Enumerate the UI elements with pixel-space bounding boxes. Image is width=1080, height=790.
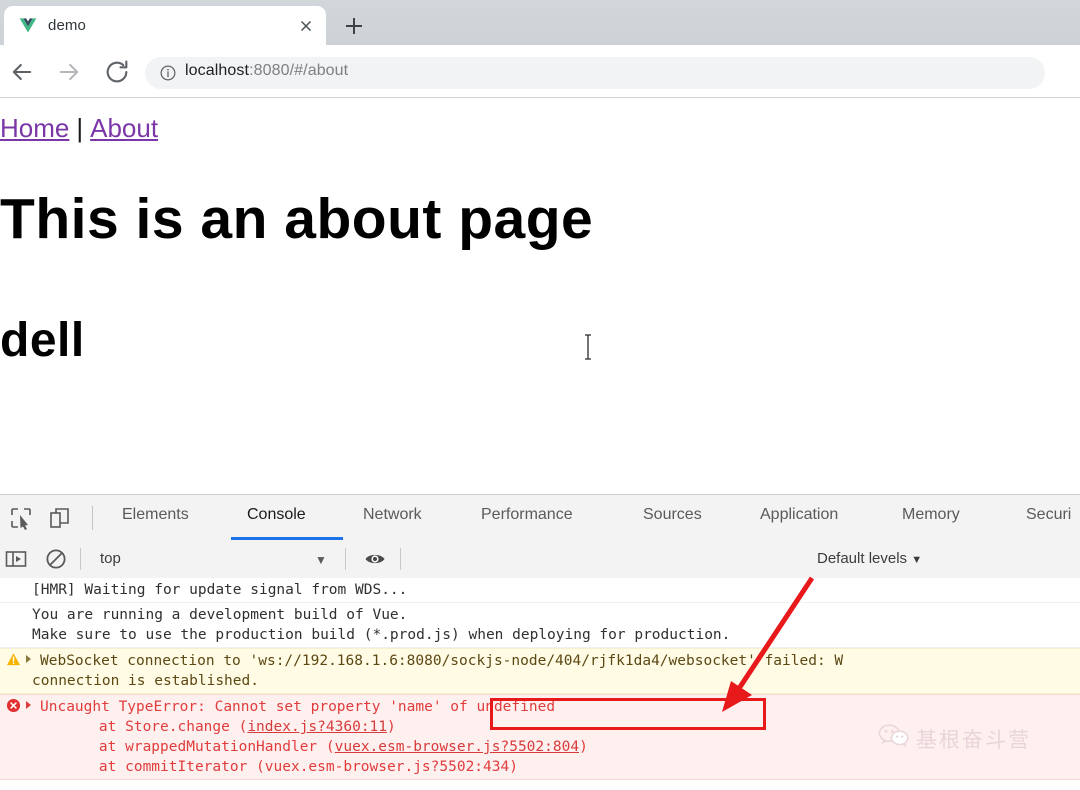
tab-security[interactable]: Securi [1026, 506, 1071, 524]
text-ibeam-cursor [583, 334, 591, 360]
expand-triangle-icon[interactable] [26, 655, 31, 663]
clear-console-icon[interactable] [44, 547, 68, 571]
forward-button[interactable] [55, 58, 83, 86]
console-filter-bar: top ▼ Default levels ▼ [0, 540, 1080, 612]
reload-icon[interactable] [103, 58, 131, 86]
log-levels-label: Default levels [817, 550, 908, 567]
toolbar-divider [92, 506, 93, 530]
stack-frame-2: at wrappedMutationHandler (vuex.esm-brow… [0, 737, 1080, 757]
console-message-hmr[interactable]: [HMR] Waiting for update signal from WDS… [0, 578, 1080, 603]
tab-elements[interactable]: Elements [122, 506, 189, 524]
console-sidebar-icon[interactable] [4, 547, 28, 571]
console-message-text-2: Make sure to use the production build (*… [32, 627, 731, 643]
url-text: localhost:8080/#/about [185, 62, 348, 80]
devtools-panel: Elements Console Network Performance Sou… [0, 494, 1080, 790]
stack-frame-2-tail: ) [579, 739, 588, 755]
nav-link-about[interactable]: About [90, 113, 158, 143]
browser-window: demo localhost:8080/#/about Home | About… [0, 0, 1080, 790]
live-expression-eye-icon[interactable] [363, 547, 387, 571]
chevron-down-icon: ▼ [911, 554, 923, 566]
filterbar-divider-3 [400, 548, 401, 570]
filterbar-divider-2 [345, 548, 346, 570]
devtools-tabbar: Elements Console Network Performance Sou… [0, 495, 1080, 541]
warn-line-1: WebSocket connection to 'ws://192.168.1.… [40, 653, 844, 669]
filterbar-divider-1 [80, 548, 81, 570]
expand-triangle-icon[interactable] [26, 701, 31, 709]
tab-strip: demo [0, 0, 1080, 45]
info-circle-icon[interactable] [159, 64, 177, 82]
nav-link-home[interactable]: Home [0, 113, 69, 143]
console-messages[interactable]: [HMR] Waiting for update signal from WDS… [0, 578, 1080, 790]
back-button[interactable] [8, 58, 36, 86]
console-message-websocket-warning[interactable]: WebSocket connection to 'ws://192.168.1.… [0, 648, 1080, 694]
warning-triangle-icon [6, 652, 21, 667]
stack-frame-2-link[interactable]: vuex.esm-browser.js?5502:804 [335, 739, 579, 755]
console-message-text: [HMR] Waiting for update signal from WDS… [32, 582, 408, 598]
page-subtitle: dell [0, 314, 85, 367]
url-host: localhost [185, 62, 250, 79]
url-path: :8080/#/about [249, 62, 349, 79]
console-error-text: Uncaught TypeError: Cannot set property … [40, 699, 556, 715]
nav-separator: | [76, 113, 84, 143]
vue-logo-icon [18, 15, 38, 35]
console-message-text: WebSocket connection to 'ws://192.168.1.… [0, 651, 1080, 671]
tab-sources[interactable]: Sources [643, 506, 702, 524]
new-tab-button[interactable] [341, 13, 367, 39]
error-circle-icon [6, 698, 21, 713]
tab-network[interactable]: Network [363, 506, 422, 524]
page-nav: Home | About [0, 113, 158, 144]
console-message-vue-devbuild[interactable]: You are running a development build of V… [0, 603, 1080, 648]
stack-frame-1-link[interactable]: index.js?4360:11 [247, 719, 387, 735]
log-levels-select[interactable]: Default levels ▼ [817, 550, 922, 567]
tab-title: demo [48, 17, 86, 34]
inspect-element-icon[interactable] [8, 505, 34, 531]
browser-tab-demo[interactable]: demo [4, 6, 326, 45]
chevron-down-icon[interactable]: ▼ [315, 553, 327, 567]
stack-frame-1: at Store.change (index.js?4360:11) [0, 717, 1080, 737]
stack-frame-2-fn: at wrappedMutationHandler ( [64, 739, 335, 755]
execution-context-select[interactable]: top [100, 550, 121, 567]
page-viewport: Home | About This is an about page dell [0, 98, 1080, 494]
page-title: This is an about page [0, 187, 594, 251]
console-message-typeerror[interactable]: Uncaught TypeError: Cannot set property … [0, 694, 1080, 780]
stack-frame-1-fn: at Store.change ( [64, 719, 248, 735]
console-message-text-2: connection is established. [32, 673, 259, 689]
console-message-text: You are running a development build of V… [32, 607, 408, 623]
tab-console[interactable]: Console [247, 506, 306, 524]
close-icon[interactable] [297, 17, 315, 35]
tab-memory[interactable]: Memory [902, 506, 960, 524]
address-bar[interactable]: localhost:8080/#/about [145, 57, 1045, 89]
stack-frame-3: at commitIterator (vuex.esm-browser.js?5… [64, 759, 518, 775]
stack-frame-1-tail: ) [387, 719, 396, 735]
tab-application[interactable]: Application [760, 506, 838, 524]
tab-performance[interactable]: Performance [481, 506, 573, 524]
device-toolbar-icon[interactable] [47, 505, 73, 531]
